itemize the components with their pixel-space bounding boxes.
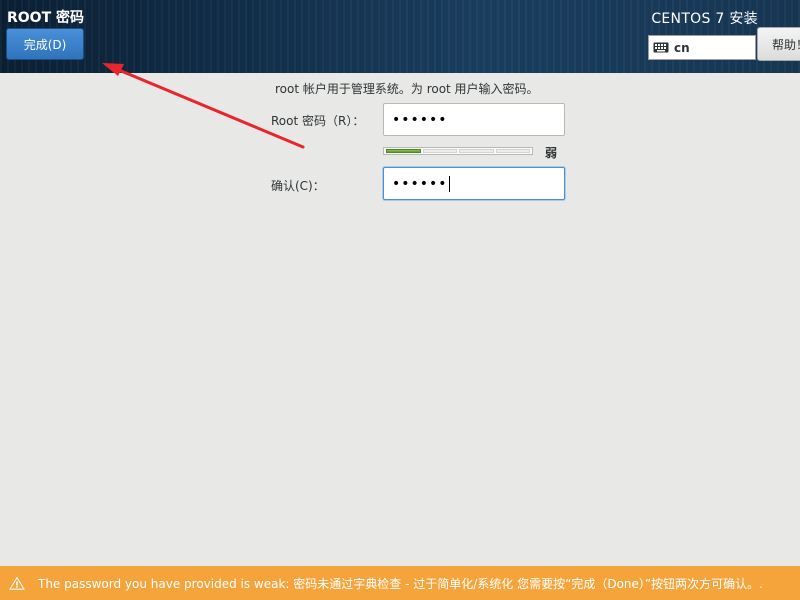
text-caret bbox=[448, 175, 450, 192]
help-button[interactable]: 帮助！ bbox=[757, 27, 800, 61]
warning-bar[interactable]: The password you have provided is weak: … bbox=[0, 566, 800, 600]
keyboard-layout-indicator[interactable]: cn bbox=[648, 35, 756, 60]
password-strength-label: 弱 bbox=[545, 146, 558, 160]
warning-text: The password you have provided is weak: … bbox=[38, 576, 763, 591]
strength-segment bbox=[386, 149, 421, 153]
header-bar: ROOT 密码 完成(D) CENTOS 7 安装 cn 帮助！ bbox=[0, 0, 800, 73]
root-password-input[interactable]: •••••• bbox=[383, 103, 565, 136]
strength-segment bbox=[422, 149, 457, 153]
keyboard-layout-label: cn bbox=[674, 40, 690, 55]
password-strength-bar bbox=[383, 147, 533, 155]
spoke-title: ROOT 密码 bbox=[7, 10, 85, 26]
warning-icon bbox=[9, 576, 25, 590]
keyboard-icon bbox=[653, 42, 669, 53]
confirm-password-label: 确认(C)： bbox=[271, 179, 325, 193]
root-password-label: Root 密码（R）： bbox=[271, 114, 365, 128]
strength-segment bbox=[495, 149, 530, 153]
instructions-text: root 帐户用于管理系统。为 root 用户输入密码。 bbox=[275, 82, 539, 96]
done-button[interactable]: 完成(D) bbox=[6, 28, 84, 60]
product-title: CENTOS 7 安装 bbox=[651, 11, 758, 27]
strength-segment bbox=[459, 149, 494, 153]
confirm-password-input[interactable]: •••••• bbox=[383, 167, 565, 200]
confirm-password-value: •••••• bbox=[392, 175, 448, 192]
root-password-value: •••••• bbox=[392, 111, 448, 128]
